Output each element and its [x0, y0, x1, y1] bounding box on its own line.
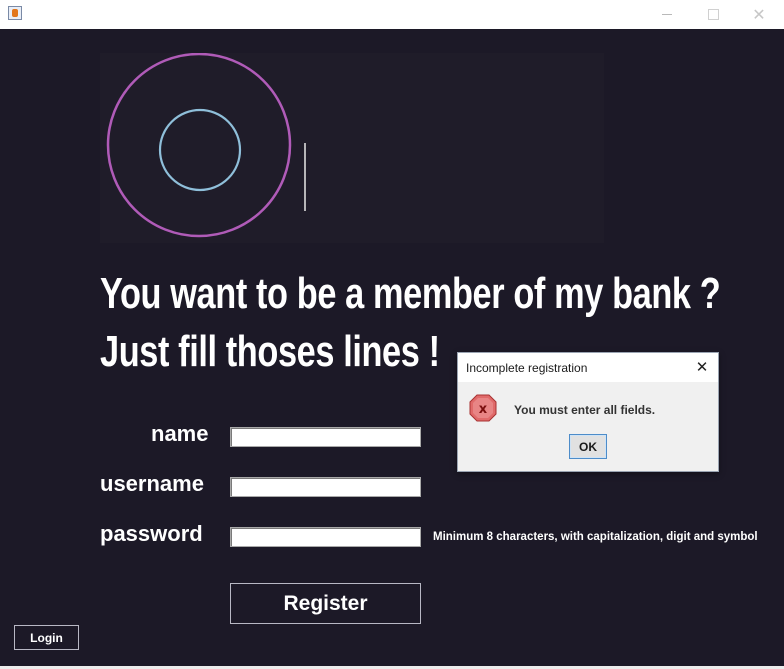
username-field[interactable] — [230, 477, 421, 497]
error-icon: x — [469, 394, 497, 422]
svg-text:x: x — [479, 402, 488, 417]
name-label: name — [151, 421, 209, 446]
dialog-message: You must enter all fields. — [514, 403, 656, 417]
dialog-title: Incomplete registration — [466, 361, 588, 375]
dialog-titlebar: Incomplete registration ✕ — [458, 353, 718, 382]
java-cup-icon — [8, 6, 22, 20]
close-icon: ✕ — [752, 5, 766, 24]
username-label: username — [100, 471, 204, 496]
register-button[interactable]: Register — [230, 583, 421, 624]
maximize-button[interactable] — [690, 0, 736, 29]
maximize-icon — [707, 9, 719, 20]
login-button[interactable]: Login — [14, 625, 79, 650]
logo-panel — [100, 53, 604, 243]
headline-line-1: You want to be a member of my bank ? — [100, 269, 721, 318]
close-window-button[interactable]: ✕ — [736, 0, 782, 29]
minimize-icon — [662, 14, 672, 15]
dialog-close-button[interactable]: ✕ — [692, 357, 712, 377]
window-titlebar: ✕ — [0, 0, 784, 29]
ok-button[interactable]: OK — [569, 434, 607, 459]
password-label: password — [100, 521, 203, 546]
password-field[interactable] — [230, 527, 421, 547]
name-field[interactable] — [230, 427, 421, 447]
close-icon: ✕ — [695, 358, 709, 376]
minimize-button[interactable] — [644, 0, 690, 29]
incomplete-registration-dialog: Incomplete registration ✕ x You must ent… — [457, 352, 719, 472]
password-hint: Minimum 8 characters, with capitalizatio… — [433, 531, 758, 543]
headline-line-2: Just fill thoses lines ! — [100, 327, 440, 376]
concentric-rings-logo — [106, 53, 306, 238]
